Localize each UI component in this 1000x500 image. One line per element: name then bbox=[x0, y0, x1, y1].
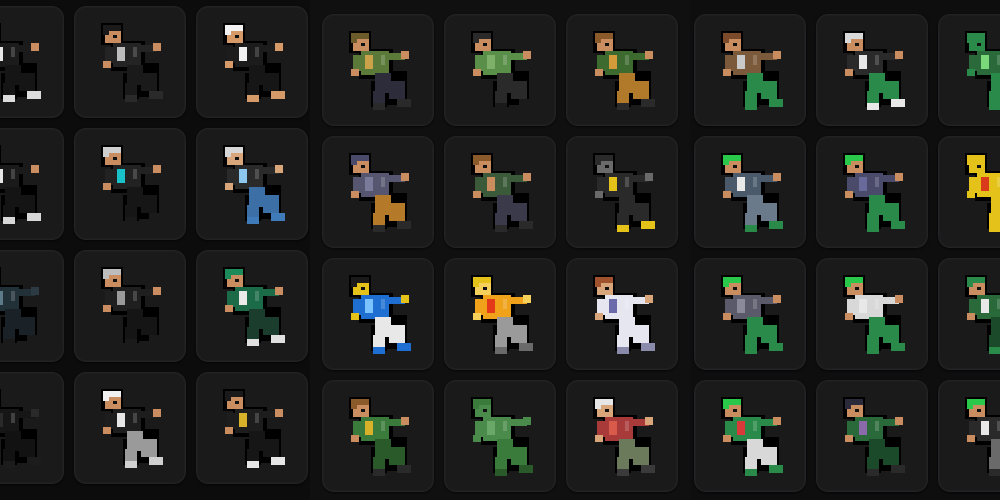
outfit-tile-white-hair-green-character[interactable] bbox=[816, 14, 928, 126]
silver-hair-blue-character-sprite bbox=[223, 145, 285, 224]
mummy-character-sprite bbox=[471, 397, 533, 476]
white-cap-black-character-sprite bbox=[101, 389, 163, 468]
outfit-tile-white-cap-black-character[interactable] bbox=[74, 372, 186, 484]
olive-hood-character-sprite bbox=[349, 31, 411, 110]
black-shield-character-sprite bbox=[0, 145, 41, 224]
outfit-tile-white-hat-black-suit-character[interactable] bbox=[196, 6, 308, 118]
gray-hair-black-character-sprite bbox=[101, 267, 163, 346]
green-red-robe-character-sprite bbox=[721, 397, 783, 476]
outfit-tile-green-hair-white-character[interactable] bbox=[816, 258, 928, 370]
outfit-tile-blue-armor-character[interactable] bbox=[322, 258, 434, 370]
outfit-tile-lightning-suit-character[interactable] bbox=[566, 136, 678, 248]
outfit-tile-green-red-robe-character[interactable] bbox=[694, 380, 806, 492]
outfit-tile-witch-hat-character[interactable] bbox=[816, 380, 928, 492]
black-suit-character-sprite bbox=[0, 23, 41, 102]
outfit-tile-bunny-ears-character[interactable] bbox=[694, 136, 806, 248]
blue-armor-character-sprite bbox=[349, 275, 411, 354]
outfit-tile-mummy-character[interactable] bbox=[444, 380, 556, 492]
outfit-tile-shadow-character[interactable] bbox=[0, 372, 64, 484]
green-sword-character-sprite bbox=[965, 275, 1000, 354]
outfit-tile-black-leather-character[interactable] bbox=[74, 6, 186, 118]
outfit-tile-yellow-fire-character[interactable] bbox=[444, 258, 556, 370]
green-hair-white-character-sprite bbox=[843, 275, 905, 354]
yellow-fire-character-sprite bbox=[471, 275, 533, 354]
teal-hood-character-sprite bbox=[223, 267, 285, 346]
outfit-tile-green-horns-character[interactable] bbox=[938, 14, 1000, 126]
bunny-ears-character-sprite bbox=[721, 153, 783, 232]
outfit-tile-black-shield-character[interactable] bbox=[0, 128, 64, 240]
outfit-tile-green-hair-purple-character[interactable] bbox=[816, 136, 928, 248]
outfit-tile-silver-hair-blue-character[interactable] bbox=[196, 128, 308, 240]
outfit-tile-teal-hood-character[interactable] bbox=[196, 250, 308, 362]
red-bandana-character-sprite bbox=[593, 397, 655, 476]
brown-spiky-character-sprite bbox=[593, 31, 655, 110]
brown-hat-archer-character-sprite bbox=[721, 31, 783, 110]
outfit-panel-middle bbox=[310, 0, 690, 500]
outfit-tile-purple-hood-character[interactable] bbox=[322, 136, 434, 248]
outfit-tile-green-sword-character[interactable] bbox=[938, 258, 1000, 370]
white-hat-black-suit-character-sprite bbox=[223, 23, 285, 102]
goggles-black-character-sprite bbox=[101, 145, 163, 224]
yellow-pikachu-character-sprite bbox=[965, 153, 1000, 232]
purple-hood-character-sprite bbox=[349, 153, 411, 232]
outfit-tile-gold-trim-black-character[interactable] bbox=[196, 372, 308, 484]
outfit-tile-green-hair-black-character[interactable] bbox=[938, 380, 1000, 492]
brown-hair-vest-character-sprite bbox=[471, 153, 533, 232]
witch-hat-character-sprite bbox=[843, 397, 905, 476]
black-leather-character-sprite bbox=[101, 23, 163, 102]
green-hair-purple-character-sprite bbox=[843, 153, 905, 232]
outfit-tile-goggles-black-character[interactable] bbox=[74, 128, 186, 240]
outfit-tile-white-robe-character[interactable] bbox=[566, 258, 678, 370]
outfit-tile-red-bandana-character[interactable] bbox=[566, 380, 678, 492]
dark-armor-character-sprite bbox=[0, 267, 41, 346]
outfit-tile-green-shirt-character[interactable] bbox=[444, 14, 556, 126]
white-hair-green-character-sprite bbox=[843, 31, 905, 110]
outfit-tile-brown-spiky-character[interactable] bbox=[566, 14, 678, 126]
lightning-suit-character-sprite bbox=[593, 153, 655, 232]
green-hair-black-character-sprite bbox=[965, 397, 1000, 476]
outfit-tile-black-suit-character[interactable] bbox=[0, 6, 64, 118]
gold-trim-black-character-sprite bbox=[223, 389, 285, 468]
outfit-tile-olive-hood-character[interactable] bbox=[322, 14, 434, 126]
green-hair-gray-character-sprite bbox=[721, 275, 783, 354]
green-shirt-character-sprite bbox=[471, 31, 533, 110]
green-horns-character-sprite bbox=[965, 31, 1000, 110]
outfit-panel-right bbox=[690, 0, 1000, 500]
outfit-tile-brown-hair-vest-character[interactable] bbox=[444, 136, 556, 248]
outfit-tile-winged-green-character[interactable] bbox=[322, 380, 434, 492]
outfit-tile-yellow-pikachu-character[interactable] bbox=[938, 136, 1000, 248]
outfit-tile-dark-armor-character[interactable] bbox=[0, 250, 64, 362]
shadow-character-sprite bbox=[0, 389, 41, 468]
outfit-tile-brown-hat-archer-character[interactable] bbox=[694, 14, 806, 126]
outfit-tile-gray-hair-black-character[interactable] bbox=[74, 250, 186, 362]
outfit-panel-left bbox=[0, 0, 310, 500]
winged-green-character-sprite bbox=[349, 397, 411, 476]
white-robe-character-sprite bbox=[593, 275, 655, 354]
outfit-tile-green-hair-gray-character[interactable] bbox=[694, 258, 806, 370]
